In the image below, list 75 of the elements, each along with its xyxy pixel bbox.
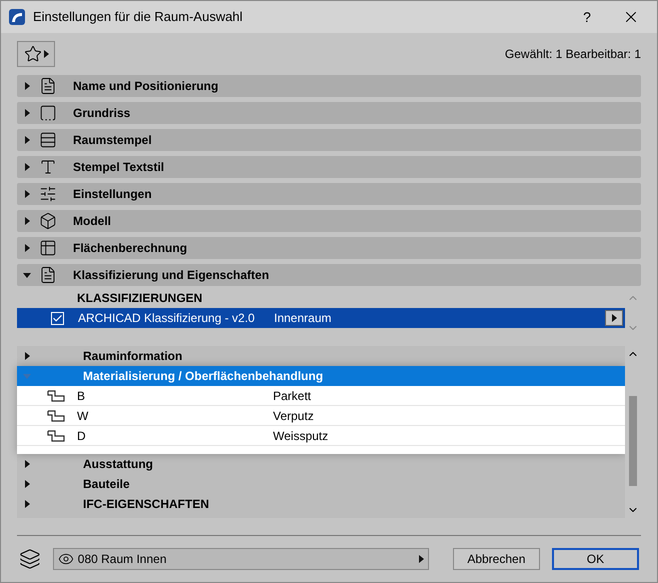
section-header[interactable]: Modell [17,210,641,232]
expand-icon[interactable] [23,352,31,360]
section-header[interactable]: Raumstempel [17,129,641,151]
property-group-header[interactable]: Rauminformation [17,346,625,366]
expand-icon[interactable] [23,217,31,225]
classification-row[interactable]: ARCHICAD Klassifizierung - v2.0 Innenraum [17,308,625,328]
section-header[interactable]: Name und Positionierung [17,75,641,97]
expand-icon[interactable] [23,82,31,90]
help-button[interactable]: ? [569,6,605,28]
layers-icon [19,548,41,570]
section-label: Flächenberechnung [73,240,188,257]
group-label: Ausstattung [83,456,153,473]
cancel-button[interactable]: Abbrechen [452,548,540,570]
classification-name: ARCHICAD Klassifizierung - v2.0 [78,310,256,327]
expand-icon[interactable] [23,163,31,171]
property-link-icon [47,390,65,402]
caret-icon [44,50,48,58]
caret-icon [612,314,616,322]
property-group-header[interactable]: Ausstattung [17,454,625,474]
property-group-header[interactable]: Materialisierung / Oberflächenbehandlung [17,366,625,386]
property-name: W [77,408,90,424]
document-icon [39,77,57,95]
favorites-button[interactable] [17,41,55,67]
star-icon [24,45,42,63]
ok-button[interactable]: OK [552,548,639,570]
section-label: Modell [73,213,111,230]
section-label: Name und Positionierung [73,78,218,95]
property-value: Parkett [273,388,312,404]
scrollbar-thumb[interactable] [629,396,637,486]
property-value: Verputz [273,408,314,424]
section-label: Raumstempel [73,132,152,149]
section-label: Klassifizierung und Eigenschaften [73,267,270,284]
property-group-header[interactable]: IFC-EIGENSCHAFTEN [17,494,625,514]
table-icon [39,239,57,257]
caret-icon [418,555,424,563]
checkbox[interactable] [51,312,64,324]
section-label: Einstellungen [73,186,152,203]
section-header[interactable]: Einstellungen [17,183,641,205]
section-label: Stempel Textstil [73,159,164,176]
property-link-icon [47,410,65,422]
expand-icon[interactable] [23,460,31,468]
expand-icon[interactable] [23,136,31,144]
document-icon [39,266,57,284]
property-value: Weissputz [273,428,328,444]
expand-icon[interactable] [23,109,31,117]
property-group-header[interactable]: Bauteile [17,474,625,494]
section-header[interactable]: Flächenberechnung [17,237,641,259]
expand-icon[interactable] [23,190,31,198]
group-label: Materialisierung / Oberflächenbehandlung [83,368,324,385]
section-header[interactable]: Stempel Textstil [17,156,641,178]
window-title: Einstellungen für die Raum-Auswahl [33,8,244,26]
classification-value: Innenraum [274,310,332,327]
column-heading: KLASSIFIZIERUNGEN [76,290,204,307]
cube-icon [39,212,57,230]
collapse-icon[interactable] [23,271,31,279]
property-name: B [77,388,86,404]
selection-status: Gewählt: 1 Bearbeitbar: 1 [504,46,641,63]
property-link-icon [47,430,65,442]
section-header[interactable]: Klassifizierung und Eigenschaften [17,264,641,286]
expand-icon[interactable] [23,480,31,488]
section-header[interactable]: Grundriss [17,102,641,124]
expand-icon[interactable] [23,244,31,252]
expand-icon[interactable] [23,500,31,508]
eye-icon [58,551,74,567]
settings-icon [39,185,57,203]
group-label: IFC-EIGENSCHAFTEN [83,496,209,513]
text-style-icon [39,158,57,176]
more-button[interactable] [605,310,623,326]
property-name: D [77,428,87,444]
section-label: Grundriss [73,105,130,122]
group-label: Bauteile [83,476,130,493]
group-label: Rauminformation [83,348,182,365]
app-logo-icon [9,9,25,25]
check-icon [52,312,63,324]
layer-dropdown[interactable]: 080 Raum Innen [52,548,429,570]
